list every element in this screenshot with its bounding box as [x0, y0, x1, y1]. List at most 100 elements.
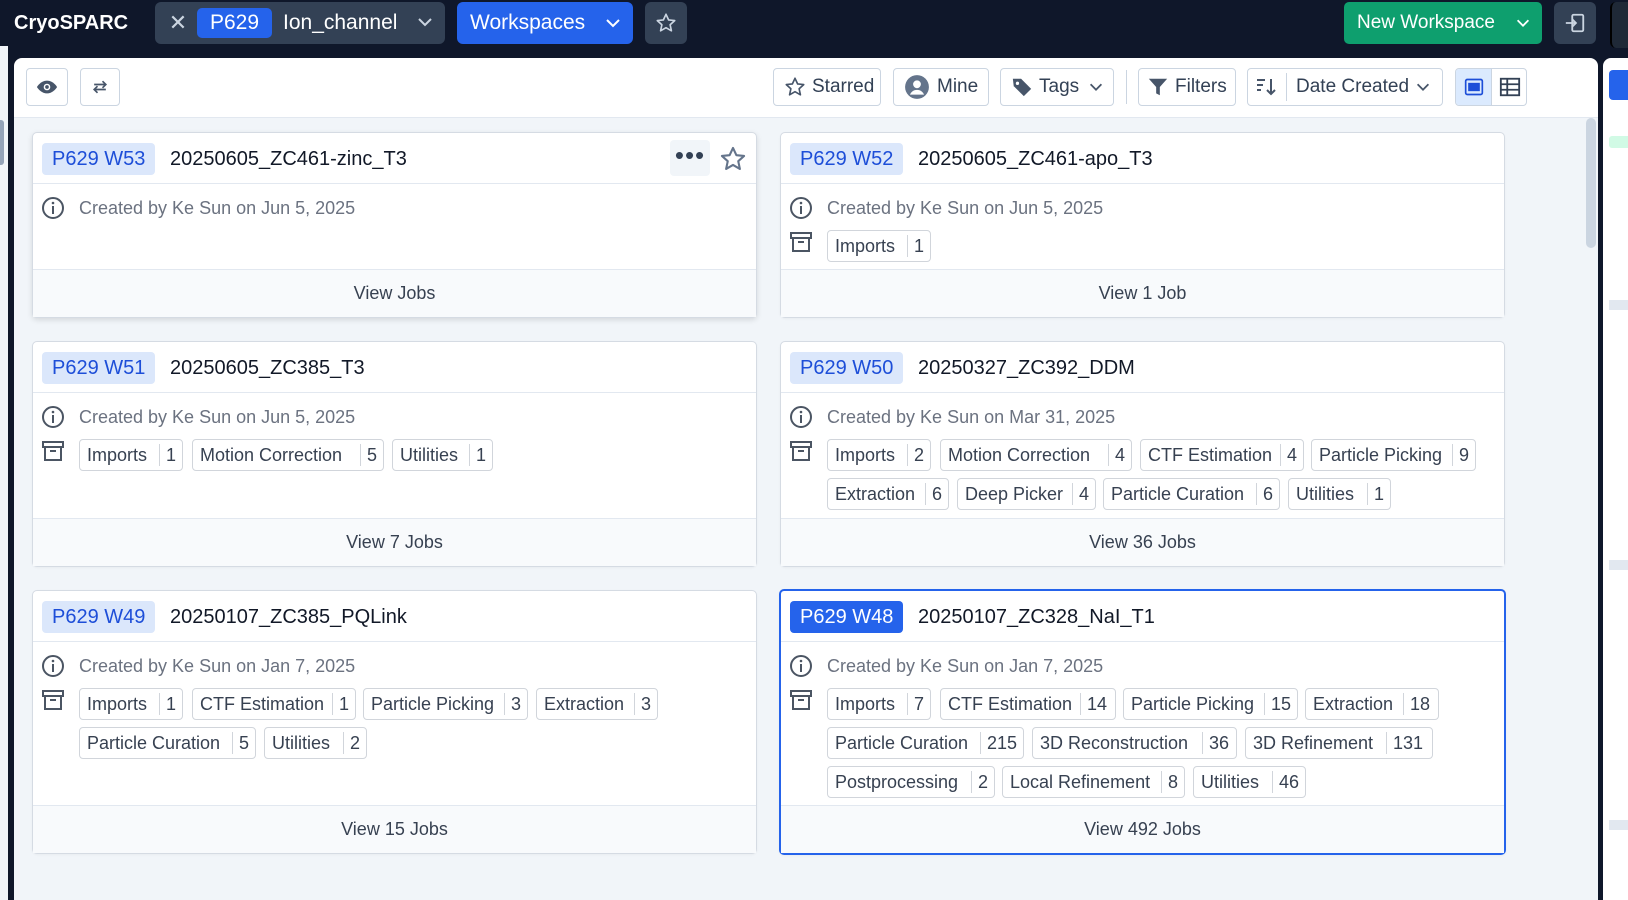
job-type-chip[interactable]: Imports 2 — [827, 439, 931, 471]
workspace-id-badge: P629 W52 — [790, 143, 904, 175]
chevron-down-icon — [606, 19, 620, 28]
workspace-title[interactable]: 20250327_ZC392_DDM — [918, 352, 1135, 384]
job-type-chip[interactable]: Utilities 1 — [1288, 478, 1391, 510]
job-type-chip[interactable]: CTF Estimation 1 — [192, 688, 356, 720]
starred-filter-button[interactable]: Starred — [773, 68, 881, 106]
chip-divider — [925, 483, 926, 505]
job-type-chip[interactable]: Imports 1 — [79, 688, 183, 720]
chip-divider — [907, 235, 908, 257]
right-panel-button[interactable] — [1609, 70, 1628, 100]
workspace-card[interactable]: P629 W52 20250605_ZC461-apo_T3 Created b… — [780, 132, 1505, 318]
job-type-chip[interactable]: Particle Curation 215 — [827, 727, 1024, 759]
chip-divider — [360, 444, 361, 466]
card-header: P629 W49 20250107_ZC385_PQLink — [33, 591, 756, 642]
vertical-scrollbar[interactable] — [1584, 118, 1598, 900]
job-type-chip[interactable]: Utilities 1 — [392, 439, 493, 471]
workspaces-dropdown[interactable]: Workspaces — [457, 2, 633, 44]
tags-filter-dropdown[interactable]: Tags — [1000, 68, 1114, 106]
job-type-chip[interactable]: Deep Picker 4 — [957, 478, 1096, 510]
job-type-chip[interactable]: Local Refinement 8 — [1002, 766, 1185, 798]
job-type-chip[interactable]: Particle Curation 5 — [79, 727, 256, 759]
view-jobs-link[interactable]: View 15 Jobs — [33, 805, 756, 853]
chip-count: 4 — [1079, 484, 1090, 504]
project-selector[interactable]: ✕ P629 Ion_channel — [155, 2, 445, 44]
chip-label: 3D Reconstruction — [1040, 733, 1189, 753]
chip-count: 18 — [1410, 694, 1431, 714]
workspace-card[interactable]: P629 W50 20250327_ZC392_DDM Created by K… — [780, 341, 1505, 567]
job-type-chip[interactable]: 3D Refinement 131 — [1245, 727, 1433, 759]
job-type-chip[interactable]: Motion Correction 5 — [192, 439, 384, 471]
chip-divider — [1161, 771, 1162, 793]
more-options-icon[interactable]: ••• — [670, 140, 710, 176]
card-view-button[interactable] — [1456, 69, 1492, 105]
view-toggle-button[interactable] — [26, 68, 68, 106]
chevron-down-icon — [418, 18, 432, 27]
workspace-card-selected[interactable]: P629 W48 20250107_ZC328_NaI_T1 Created b… — [779, 589, 1506, 855]
chip-divider — [971, 771, 972, 793]
scrollbar-thumb[interactable] — [1586, 118, 1596, 248]
workspace-card[interactable]: P629 W51 20250605_ZC385_T3 Created by Ke… — [32, 341, 757, 567]
chip-divider — [504, 693, 505, 715]
chevron-down-icon — [1516, 19, 1530, 27]
app-logo[interactable]: CryoSPARC — [14, 8, 128, 38]
sort-label: Date Created — [1296, 76, 1410, 97]
next-panel-edge — [1610, 2, 1628, 48]
chip-divider — [980, 732, 981, 754]
view-jobs-link[interactable]: View Jobs — [33, 269, 756, 317]
workspace-title[interactable]: 20250605_ZC461-apo_T3 — [918, 143, 1153, 175]
workspace-title[interactable]: 20250605_ZC385_T3 — [170, 352, 365, 384]
workspace-title[interactable]: 20250605_ZC461-zinc_T3 — [170, 143, 407, 175]
star-project-button[interactable] — [645, 2, 687, 44]
info-icon — [790, 406, 812, 428]
filters-button[interactable]: Filters — [1138, 68, 1236, 106]
job-type-chip[interactable]: Motion Correction 4 — [940, 439, 1132, 471]
job-type-chip[interactable]: Extraction 3 — [536, 688, 658, 720]
job-type-chip[interactable]: Imports 7 — [827, 688, 931, 720]
job-type-chip[interactable]: Postprocessing 2 — [827, 766, 995, 798]
job-type-chip[interactable]: Particle Curation 6 — [1103, 478, 1280, 510]
new-workspace-label: New Workspace — [1357, 12, 1495, 33]
job-type-chip[interactable]: CTF Estimation 14 — [940, 688, 1116, 720]
view-jobs-link[interactable]: View 36 Jobs — [781, 518, 1504, 566]
job-type-chip[interactable]: Particle Picking 3 — [363, 688, 528, 720]
chip-divider — [907, 693, 908, 715]
chip-count: 15 — [1271, 694, 1292, 714]
view-jobs-link[interactable]: View 492 Jobs — [781, 805, 1504, 853]
view-jobs-link[interactable]: View 7 Jobs — [33, 518, 756, 566]
job-type-chip[interactable]: Imports 1 — [79, 439, 183, 471]
mine-filter-button[interactable]: Mine — [893, 68, 989, 106]
project-id-badge: P629 — [197, 8, 273, 38]
swap-button[interactable] — [80, 68, 120, 106]
workspace-card[interactable]: P629 W53 20250605_ZC461-zinc_T3 ••• Crea… — [32, 132, 757, 318]
card-header: P629 W48 20250107_ZC328_NaI_T1 — [781, 591, 1504, 642]
job-type-chip[interactable]: Imports 1 — [827, 230, 931, 262]
job-type-chip[interactable]: Utilities 2 — [264, 727, 367, 759]
chip-label: Postprocessing — [835, 772, 959, 792]
chip-label: Motion Correction — [200, 445, 343, 465]
chip-count: 14 — [1087, 694, 1108, 714]
chip-label: Motion Correction — [948, 445, 1091, 465]
chip-label: Imports — [835, 694, 896, 714]
workspace-title[interactable]: 20250107_ZC385_PQLink — [170, 601, 407, 633]
workspace-title[interactable]: 20250107_ZC328_NaI_T1 — [918, 601, 1155, 633]
exit-button[interactable] — [1554, 2, 1596, 44]
sort-dropdown[interactable]: Date Created — [1247, 68, 1443, 106]
job-type-chip[interactable]: 3D Reconstruction 36 — [1032, 727, 1237, 759]
job-type-chip[interactable]: Particle Picking 15 — [1123, 688, 1298, 720]
workspace-card[interactable]: P629 W49 20250107_ZC385_PQLink Created b… — [32, 590, 757, 854]
job-type-chip[interactable]: Extraction 6 — [827, 478, 949, 510]
chip-count: 4 — [1115, 445, 1126, 465]
new-workspace-button[interactable]: New Workspace — [1344, 2, 1542, 44]
card-header: P629 W50 20250327_ZC392_DDM — [781, 342, 1504, 393]
close-project-icon[interactable]: ✕ — [163, 2, 193, 44]
view-jobs-link[interactable]: View 1 Job — [781, 269, 1504, 317]
tag-icon — [1012, 78, 1032, 97]
star-icon[interactable] — [719, 145, 747, 173]
job-type-chip[interactable]: Particle Picking 9 — [1311, 439, 1476, 471]
job-type-chip[interactable]: Utilities 46 — [1193, 766, 1306, 798]
archive-icon — [790, 690, 812, 710]
table-view-button[interactable] — [1492, 69, 1526, 105]
job-type-chip[interactable]: Extraction 18 — [1305, 688, 1439, 720]
chip-label: Particle Picking — [371, 694, 495, 714]
job-type-chip[interactable]: CTF Estimation 4 — [1140, 439, 1304, 471]
